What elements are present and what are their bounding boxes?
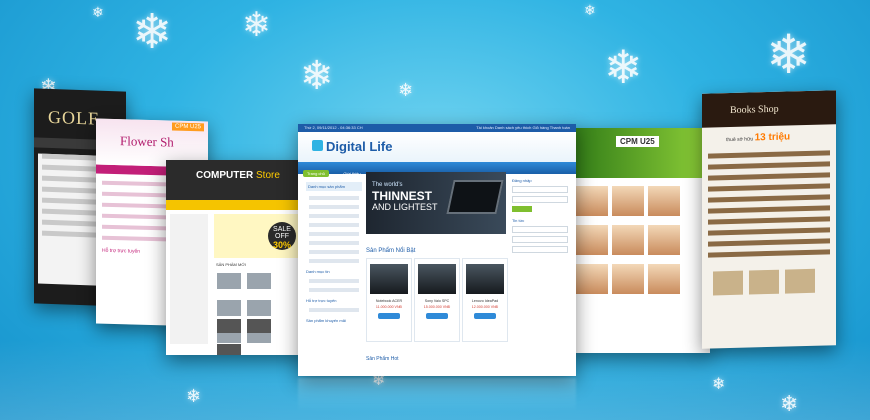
computer-header: COMPUTER Store [166,160,308,200]
product-price: 15.000.000 VNĐ [423,305,451,309]
digital-hero-banner: The world's THINNEST AND LIGHTEST [366,172,506,234]
snowflake-icon: ❄ [584,3,596,19]
digital-logo: Digital Life [326,139,393,154]
books-shop-screenshot: Books Shop thuê sở hữu 13 triệu [702,90,836,349]
left-promo-title: Sản phẩm khuyến mãi [306,318,346,323]
books-promo-text: thuê sở hữu [726,136,754,144]
snowflake-icon: ❄ [712,374,726,393]
digital-life-screenshot: Tài khoản Danh sách yêu thích Giỏ hàng T… [298,124,576,376]
green-site-screenshot: CPM U25 [568,128,710,353]
laptop-image [446,180,504,214]
login-field [512,196,568,203]
left-sidebar-header: Danh mục sản phẩm [306,182,362,191]
snowflake-icon: ❄ [300,53,334,99]
digital-right-sidebar: Đăng nhập Tin tức [512,172,568,256]
computer-product-grid-2 [214,316,302,355]
books-promo: thuê sở hữu 13 triệu [726,131,790,144]
snowflake-icon: ❄ [766,23,812,86]
books-thumbnails [710,266,820,304]
product-name: Lenovo IdeaPad [471,299,499,303]
product-name: Sony Vaio SPC [424,299,450,303]
sale-badge-value: 30% [272,240,291,250]
digital-left-sidebar: Danh mục sản phẩm Danh mục tin Hỗ trợ tr… [306,182,362,323]
digital-topbar-right: Tài khoản Danh sách yêu thích Giỏ hàng T… [476,125,570,130]
snowflake-icon: ❄ [398,80,414,101]
computer-nav-bar [166,200,308,210]
product-card: Sony Vaio SPC 15.000.000 VNĐ [414,258,460,342]
featured-section-title: Sản Phẩm Nổi Bật [366,248,416,254]
books-header: Books Shop [702,90,836,128]
computer-brand-sub: Store [256,170,280,181]
books-list [702,150,836,258]
product-image [370,264,408,294]
login-title: Đăng nhập [512,178,532,183]
product-image [466,264,504,294]
green-cpm-badge: CPM U25 [616,136,659,147]
buy-button [426,313,448,319]
flower-brand: Flower Sh [120,133,174,150]
computer-section-title: SẢN PHẨM MỚI [216,262,246,267]
books-brand: Books Shop [730,103,779,117]
digital-logo-icon [312,140,323,151]
product-card: Notebook ACER 11.000.000 VNĐ [366,258,412,342]
snowflake-icon: ❄ [242,5,271,45]
banner-line-1: The world's [372,182,403,188]
flower-cpm-badge: CPM U25 [171,122,204,132]
buy-button [378,313,400,319]
digital-topbar-left: Thứ 2, 09/11/2012 - 04:36:33 CH [304,125,363,130]
snowflake-icon: ❄ [132,4,173,60]
digital-header: Digital Life [298,132,576,162]
banner-line-3: AND LIGHTEST [372,202,438,212]
nav-item-home: Trang chủ [303,170,329,177]
banner-line-2: THINNEST [372,189,432,203]
news-title: Tin tức [512,218,525,223]
product-price: 11.000.000 VNĐ [375,305,403,309]
computer-sidebar [170,214,208,344]
hot-section-title: Sản Phẩm Hot [366,356,399,362]
product-card: Lenovo IdeaPad 12.000.000 VNĐ [462,258,508,342]
computer-store-screenshot: COMPUTER Store SALE OFF 30% SẢN PHẨM MỚI [166,160,308,355]
snowflake-icon: ❄ [186,386,202,407]
product-image [418,264,456,294]
computer-banner: SALE OFF 30% [214,214,302,258]
product-price: 12.000.000 VNĐ [471,305,499,309]
login-button [512,206,532,212]
snowflake-icon: ❄ [604,40,643,94]
sale-badge-label: SALE OFF [273,226,291,240]
login-field [512,186,568,193]
left-news-title: Danh mục tin [306,269,330,274]
news-item [512,226,568,233]
sale-badge: SALE OFF 30% [268,222,296,250]
news-item [512,236,568,243]
snowflake-icon: ❄ [780,392,799,417]
computer-brand: COMPUTER Store [196,170,280,181]
green-photo-tiles [574,184,684,301]
buy-button [474,313,496,319]
news-item [512,246,568,253]
reflection [298,378,576,412]
product-name: Notebook ACER [375,299,403,303]
nav-item-about: Giới thiệu [343,171,361,176]
left-support-title: Hỗ trợ trực tuyến [306,298,337,303]
green-header: CPM U25 [568,128,710,178]
snowflake-icon: ❄ [92,5,104,21]
digital-topbar: Tài khoản Danh sách yêu thích Giỏ hàng T… [298,124,576,132]
computer-brand-main: COMPUTER [196,170,254,181]
books-promo-value: 13 triệu [754,131,791,144]
